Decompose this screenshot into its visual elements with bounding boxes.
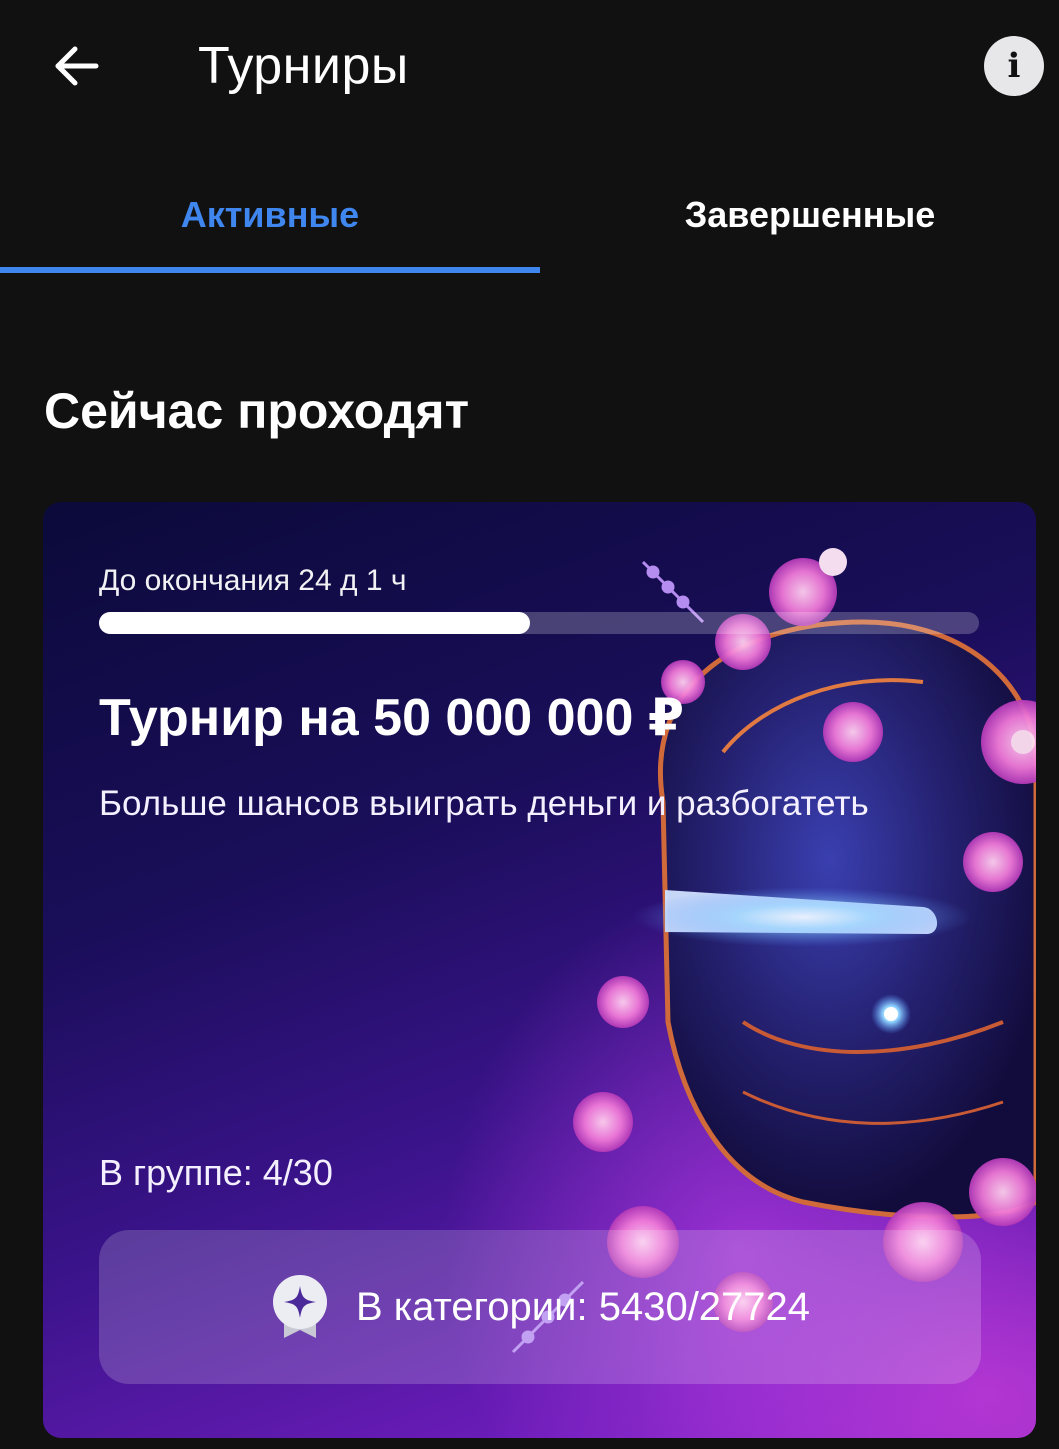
time-progress-bar [99, 612, 979, 634]
category-rank-button[interactable]: В категории: 5430/27724 [99, 1230, 981, 1384]
tournament-card[interactable]: До окончания 24 д 1 ч Турнир на 50 000 0… [43, 502, 1036, 1438]
tab-active[interactable]: Активные [0, 160, 540, 270]
back-button[interactable] [40, 30, 112, 102]
top-app-bar: Турниры i [0, 0, 1059, 140]
category-rank-label: В категории: 5430/27724 [355, 1284, 811, 1329]
tournament-title: Турнир на 50 000 000 ₽ [99, 689, 685, 747]
info-button[interactable]: i [984, 36, 1044, 96]
time-progress-fill [99, 612, 531, 634]
arrow-left-icon [55, 46, 99, 86]
tournament-subtitle: Больше шансов выиграть деньги и разбогат… [99, 784, 869, 823]
tab-indicator [0, 267, 540, 273]
group-rank: В группе: 4/30 [99, 1152, 333, 1193]
page-title: Турниры [198, 37, 409, 95]
section-title: Сейчас проходят [44, 383, 470, 439]
tab-bar: Активные Завершенные [0, 160, 1059, 275]
star-badge-icon [272, 1275, 327, 1338]
time-remaining: До окончания 24 д 1 ч [99, 564, 407, 597]
tab-completed[interactable]: Завершенные [540, 160, 1059, 270]
info-icon: i [1007, 46, 1021, 86]
